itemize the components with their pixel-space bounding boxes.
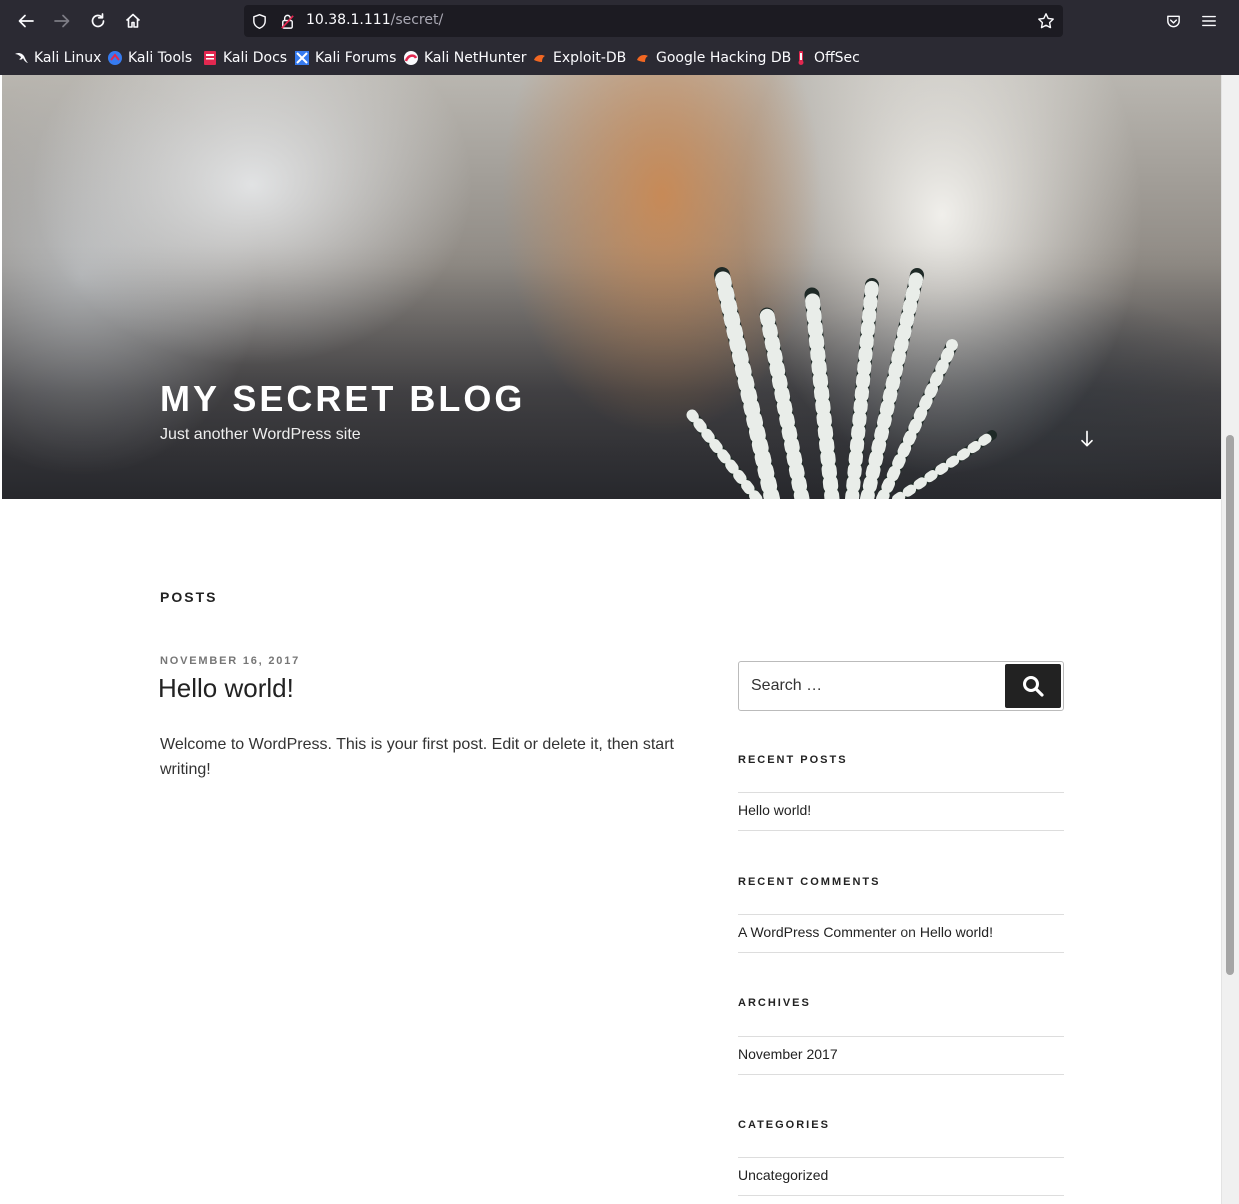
post-title[interactable]: Hello world!: [158, 673, 294, 704]
categories-title: CATEGORIES: [738, 1119, 830, 1131]
tracking-shield-icon[interactable]: [250, 12, 268, 30]
bookmark-star-icon[interactable]: [1037, 12, 1055, 30]
bookmark-kali-nethunter[interactable]: Kali NetHunter: [403, 48, 526, 68]
recent-comments-list: A WordPress Commenter on Hello world!: [738, 914, 1064, 953]
comment-author-link[interactable]: A WordPress Commenter: [738, 924, 896, 940]
bookmark-google-hacking-db[interactable]: Google Hacking DB: [635, 48, 791, 68]
forward-button[interactable]: [50, 9, 74, 33]
url-text[interactable]: 10.38.1.111/secret/: [306, 12, 443, 28]
hamburger-menu-icon: [1202, 15, 1216, 27]
scrollbar-thumb[interactable]: [1226, 435, 1234, 975]
search-button[interactable]: [1005, 664, 1061, 708]
page-scrollbar[interactable]: [1221, 75, 1239, 1204]
menu-button[interactable]: [1199, 11, 1219, 31]
kali-tools-icon: [107, 50, 123, 66]
page-title: POSTS: [160, 589, 218, 605]
bookmarks-toolbar: Kali Linux Kali Tools Kali Docs Kali For…: [0, 44, 1239, 72]
post-date[interactable]: NOVEMBER 16, 2017: [160, 655, 300, 667]
kali-docs-icon: [202, 50, 218, 66]
url-host: 10.38.1.111: [306, 12, 391, 28]
plant-illustration: [686, 267, 997, 499]
ghdb-icon: [635, 50, 651, 66]
post-excerpt: Welcome to WordPress. This is your first…: [160, 736, 674, 778]
categories-list: Uncategorized: [738, 1157, 1064, 1196]
offsec-icon: [793, 50, 809, 66]
header-image: MY SECRET BLOG Just another WordPress si…: [2, 75, 1221, 499]
recent-posts-list: Hello world!: [738, 792, 1064, 831]
back-arrow-icon: [18, 14, 34, 28]
bookmark-kali-tools[interactable]: Kali Tools: [107, 48, 192, 68]
search-input[interactable]: [740, 663, 1002, 709]
site-description: Just another WordPress site: [160, 426, 361, 443]
pocket-icon: [1166, 15, 1180, 27]
pocket-button[interactable]: [1163, 11, 1183, 31]
recent-posts-title: RECENT POSTS: [738, 754, 848, 766]
recent-comments-title: RECENT COMMENTS: [738, 876, 881, 888]
forward-arrow-icon: [54, 14, 70, 28]
kali-nethunter-icon: [403, 50, 419, 66]
archives-list: November 2017: [738, 1036, 1064, 1075]
search-icon: [1023, 676, 1044, 697]
page-viewport: MY SECRET BLOG Just another WordPress si…: [0, 75, 1221, 1204]
home-icon: [125, 13, 141, 28]
bookmark-offsec[interactable]: OffSec: [793, 48, 860, 68]
bookmark-kali-forums[interactable]: Kali Forums: [294, 48, 396, 68]
bookmark-exploit-db[interactable]: Exploit-DB: [532, 48, 626, 68]
kali-forums-icon: [294, 50, 310, 66]
browser-toolbar: 10.38.1.111/secret/: [0, 0, 1239, 42]
insecure-lock-icon[interactable]: [278, 12, 296, 30]
archives-title: ARCHIVES: [738, 997, 811, 1009]
site-title[interactable]: MY SECRET BLOG: [160, 378, 525, 420]
kali-dragon-icon: [13, 50, 29, 66]
home-button[interactable]: [121, 9, 145, 33]
browser-chrome: 10.38.1.111/secret/ Kali Linux Kali Tool…: [0, 0, 1239, 75]
url-bar[interactable]: 10.38.1.111/secret/: [244, 5, 1063, 37]
scroll-down-button[interactable]: [1075, 427, 1099, 451]
arrow-down-icon: [1081, 430, 1093, 447]
archive-link[interactable]: November 2017: [738, 1046, 838, 1062]
recent-post-link[interactable]: Hello world!: [738, 802, 811, 818]
bookmark-kali-docs[interactable]: Kali Docs: [202, 48, 287, 68]
comment-on-text: on: [900, 924, 916, 940]
bookmark-kali-linux[interactable]: Kali Linux: [13, 48, 101, 68]
category-link[interactable]: Uncategorized: [738, 1167, 828, 1183]
search-form: [738, 661, 1064, 711]
reload-button[interactable]: [86, 9, 110, 33]
comment-post-link[interactable]: Hello world!: [920, 924, 993, 940]
recent-comment-item: A WordPress Commenter on Hello world!: [738, 924, 993, 940]
exploit-db-icon: [532, 50, 548, 66]
url-path: /secret/: [390, 12, 444, 28]
reload-icon: [91, 13, 105, 28]
back-button[interactable]: [14, 9, 38, 33]
